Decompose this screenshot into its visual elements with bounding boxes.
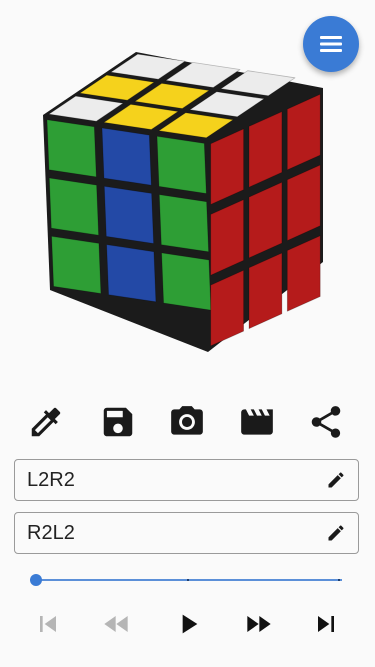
rewind-button[interactable] [97, 604, 137, 644]
slider-tick [187, 579, 189, 581]
cube-sticker [46, 119, 97, 178]
camera-button[interactable] [165, 400, 209, 444]
cube-sticker [51, 235, 102, 294]
cube-sticker [161, 252, 212, 311]
fast-forward-icon [247, 616, 271, 632]
move-progress-slider[interactable] [30, 572, 342, 588]
cube-sticker [156, 135, 207, 194]
cube-sticker [106, 244, 157, 303]
share-button[interactable] [304, 400, 348, 444]
save-button[interactable] [96, 400, 140, 444]
slider-thumb[interactable] [30, 574, 42, 586]
algorithm-field-1-value: L2R2 [27, 469, 75, 491]
record-video-button[interactable] [235, 400, 279, 444]
edit-algorithm-2-button[interactable] [326, 523, 346, 543]
cube-sticker [101, 127, 152, 186]
rewind-icon [104, 616, 128, 632]
cube-sticker [103, 185, 155, 244]
skip-to-end-button[interactable] [306, 604, 346, 644]
cube-front-face [46, 119, 212, 311]
algorithm-field-2-value: R2L2 [27, 522, 75, 544]
algorithm-field-2[interactable]: R2L2 [14, 512, 359, 554]
eyedropper-icon [31, 407, 61, 437]
toolbar [0, 400, 375, 444]
cube-app: L2R2 R2L2 [0, 0, 375, 667]
pencil-icon [328, 525, 344, 541]
camera-icon [171, 406, 203, 435]
cube-sticker [158, 194, 210, 253]
skip-to-end-icon [318, 616, 334, 632]
color-picker-button[interactable] [24, 400, 68, 444]
play-icon [182, 614, 198, 634]
edit-algorithm-1-button[interactable] [326, 470, 346, 490]
skip-to-start-icon [40, 616, 56, 632]
playback-controls [0, 604, 375, 644]
slider-tick [338, 579, 340, 581]
algorithm-field-1[interactable]: L2R2 [14, 459, 359, 501]
menu-button[interactable] [303, 16, 359, 72]
skip-to-start-button[interactable] [28, 604, 68, 644]
share-icon [311, 406, 341, 438]
save-icon [103, 407, 133, 437]
pencil-icon [328, 472, 344, 488]
fast-forward-button[interactable] [238, 604, 278, 644]
hamburger-icon [320, 36, 342, 52]
play-button[interactable] [168, 604, 208, 644]
clapperboard-icon [241, 409, 273, 435]
cube-sticker [48, 177, 99, 236]
